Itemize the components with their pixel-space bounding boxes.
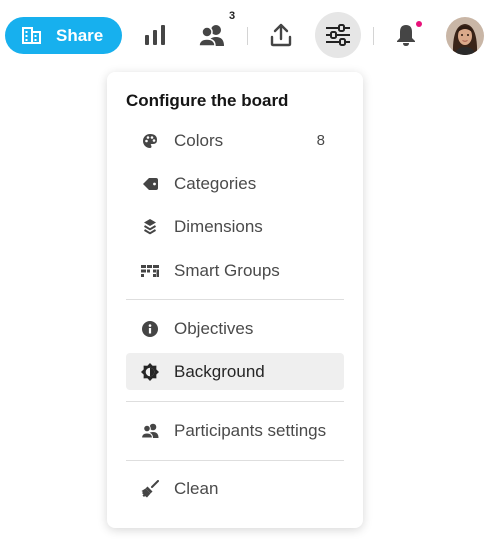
upload-icon [270, 23, 292, 47]
tag-icon [141, 175, 159, 193]
share-button-label: Share [56, 25, 104, 45]
menu-item-clean[interactable]: Clean [126, 470, 344, 507]
toolbar-divider [373, 27, 374, 45]
menu-item-label: Objectives [174, 318, 254, 338]
sliders-icon [325, 24, 351, 46]
bar-chart-icon [144, 25, 166, 45]
user-avatar[interactable] [446, 17, 484, 55]
configure-board-button[interactable] [315, 12, 361, 58]
people-icon [198, 24, 226, 46]
menu-item-label: Colors [174, 130, 224, 150]
menu-item-label: Clean [174, 478, 219, 498]
top-toolbar: Share 3 [0, 0, 491, 72]
menu-item-objectives[interactable]: Objectives [126, 310, 344, 347]
layers-icon [141, 218, 159, 236]
menu-divider [126, 401, 344, 402]
people-icon [141, 422, 159, 440]
menu-item-participants-settings[interactable]: Participants settings [126, 412, 344, 449]
palette-icon [141, 132, 159, 150]
menu-item-label: Categories [174, 173, 257, 193]
menu-item-label: Participants settings [174, 420, 327, 440]
participants-count-badge: 3 [229, 10, 236, 22]
notifications-button[interactable] [383, 12, 429, 58]
menu-divider [126, 460, 344, 461]
export-button[interactable] [258, 12, 304, 58]
info-icon [141, 320, 159, 338]
colors-count: 8 [316, 132, 325, 149]
menu-item-background[interactable]: Background [126, 353, 344, 390]
menu-divider [126, 299, 344, 300]
menu-item-label: Smart Groups [174, 260, 280, 280]
menu-item-dimensions[interactable]: Dimensions [126, 208, 344, 245]
broom-icon [141, 479, 159, 498]
configure-board-menu: Configure the board Colors 8 Categories [107, 72, 363, 528]
notification-dot [416, 21, 422, 27]
menu-item-categories[interactable]: Categories [126, 165, 344, 202]
menu-title: Configure the board [126, 91, 289, 110]
grid-board-icon [22, 27, 41, 44]
menu-item-label: Background [174, 361, 265, 381]
menu-item-smart-groups[interactable]: Smart Groups [126, 252, 344, 289]
toolbar-divider [247, 27, 248, 45]
menu-item-label: Dimensions [174, 216, 263, 236]
brightness-icon [141, 362, 159, 381]
smart-groups-icon [141, 262, 159, 280]
bell-icon [395, 23, 417, 47]
menu-item-colors[interactable]: Colors 8 [126, 122, 344, 159]
statistics-button[interactable] [132, 12, 178, 58]
share-button[interactable]: Share [5, 17, 122, 54]
